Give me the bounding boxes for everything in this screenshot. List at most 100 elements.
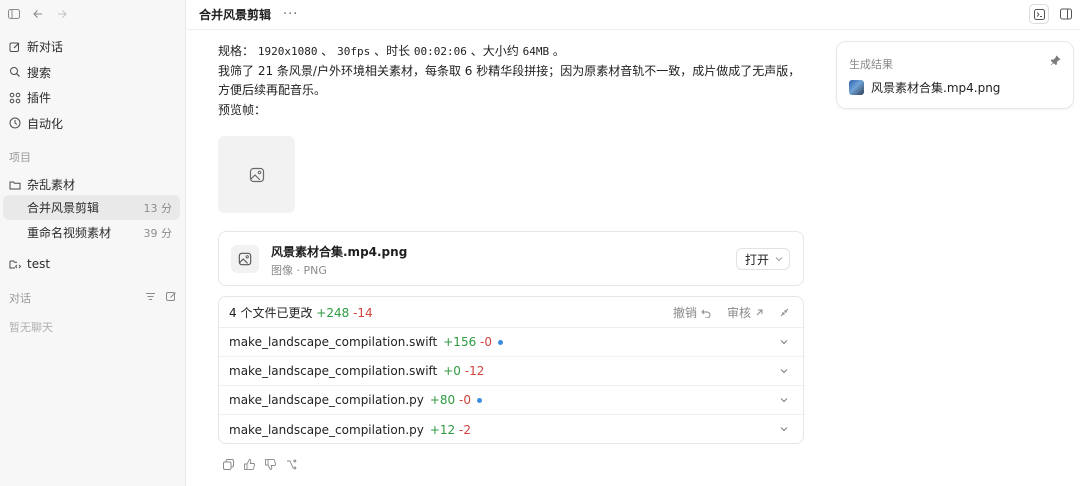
sidebar: 新对话 搜索 插件 自动化 项目 杂乱素材 合并风景剪辑 13 分 重命名视频素… [0, 0, 186, 486]
changes-summary: 4 个文件已更改 +248 -14 [229, 304, 373, 321]
thread-item-rename-videos[interactable]: 重命名视频素材 39 分 [3, 220, 180, 245]
unsaved-dot [476, 397, 482, 403]
search-icon [9, 66, 21, 78]
terminal-toggle-button[interactable] [1029, 4, 1049, 24]
changed-file-stats: +80 -0 [430, 393, 471, 407]
more-options-button[interactable]: ··· [283, 7, 298, 22]
chats-tools [145, 291, 177, 305]
spec-prefix: 规格： [218, 44, 255, 58]
preview-frame[interactable] [218, 136, 295, 213]
preview-label: 预览帧： [218, 103, 267, 117]
nav-automation-label: 自动化 [27, 116, 64, 131]
project-test-label: test [27, 256, 51, 271]
project-test[interactable]: test [0, 251, 186, 277]
window-controls [6, 6, 70, 22]
changed-file-stats: +12 -2 [430, 423, 471, 437]
project-folder-misc[interactable]: 杂乱素材 [0, 172, 186, 198]
chevron-down-icon[interactable] [779, 336, 789, 350]
nav-automation[interactable]: 自动化 [0, 111, 186, 137]
nav-new-chat[interactable]: 新对话 [0, 34, 186, 60]
changed-file-row[interactable]: make_landscape_compilation.py +80 -0 [219, 386, 803, 415]
file-removed: -0 [480, 335, 493, 349]
changed-file-name: make_landscape_compilation.swift [229, 335, 438, 349]
thread-title: 合并风景剪辑 [27, 201, 100, 215]
collapse-icon [780, 308, 789, 317]
right-panel-toggle-button[interactable] [1056, 4, 1076, 24]
file-added: +0 [443, 364, 461, 378]
spec-end: 。 [552, 44, 565, 58]
external-arrow-icon [756, 309, 763, 316]
file-removed: -2 [459, 422, 471, 437]
top-header: 合并风景剪辑 ··· [187, 0, 1080, 30]
empty-chats-text: 暂无聊天 [9, 321, 53, 334]
review-label: 审核 [726, 306, 751, 320]
nav-search[interactable]: 搜索 [0, 60, 186, 86]
changed-file-row[interactable]: make_landscape_compilation.py +12 -2 [219, 415, 803, 443]
file-added: +80 [429, 393, 456, 407]
copy-icon[interactable] [222, 458, 235, 474]
spec-fps: 30fps [337, 45, 371, 58]
undo-icon [701, 309, 711, 318]
changes-removed: -14 [353, 305, 373, 320]
file-attachment-card[interactable]: 风景素材合集.mp4.png 图像 · PNG 打开 [218, 231, 804, 286]
review-button[interactable]: 审核 [727, 304, 764, 321]
collapse-button[interactable] [780, 308, 789, 317]
fork-icon[interactable] [285, 458, 298, 474]
feedback-bar [222, 458, 298, 474]
file-type: 图像 · PNG [271, 264, 327, 277]
thumbs-up-icon[interactable] [243, 458, 256, 474]
nav-search-label: 搜索 [27, 65, 52, 80]
result-thumbnail [849, 80, 864, 95]
spec-sep: 、 [321, 44, 334, 58]
page-title: 合并风景剪辑 [199, 8, 272, 22]
spec-size-label: 、大小约 [470, 44, 519, 58]
back-arrow-icon[interactable] [30, 6, 46, 22]
spec-resolution: 1920x1080 [257, 45, 318, 58]
spec-duration-label: 、时长 [374, 44, 411, 58]
projects-section-label: 项目 [9, 151, 31, 164]
edit-icon [9, 41, 21, 53]
spec-line: 规格： 1920x1080 、 30fps 、时长 00:02:06 、大小约 … [218, 42, 808, 61]
changed-file-row[interactable]: make_landscape_compilation.swift +156 -0 [219, 328, 803, 357]
clock-icon [9, 117, 21, 129]
changed-files-panel: 4 个文件已更改 +248 -14 撤销 审核 make_landscape_c… [218, 296, 804, 444]
folder-code-icon [9, 258, 21, 270]
forward-arrow-icon[interactable] [54, 6, 70, 22]
chevron-down-icon[interactable] [779, 394, 789, 408]
changed-file-stats: +0 -12 [443, 364, 484, 378]
changed-file-row[interactable]: make_landscape_compilation.swift +0 -12 [219, 357, 803, 386]
unsaved-dot [498, 339, 504, 345]
filter-icon[interactable] [145, 291, 156, 305]
open-file-button[interactable]: 打开 [735, 248, 790, 270]
file-removed: -12 [464, 364, 485, 378]
nav-new-chat-label: 新对话 [27, 40, 64, 55]
project-folder-label: 杂乱素材 [27, 178, 76, 193]
open-label: 打开 [744, 252, 769, 267]
sidebar-toggle-icon[interactable] [6, 6, 22, 22]
changes-header: 4 个文件已更改 +248 -14 撤销 审核 [219, 297, 803, 328]
thumbs-down-icon[interactable] [264, 458, 277, 474]
sidebar-nav: 新对话 搜索 插件 自动化 [0, 34, 186, 136]
pin-icon[interactable] [1050, 55, 1061, 69]
main-panel: 合并风景剪辑 ··· 规格： 1920x1080 、 30fps 、时长 00:… [187, 0, 1080, 486]
file-removed: -0 [459, 393, 471, 407]
folder-icon [9, 179, 21, 191]
chevron-down-icon[interactable] [779, 423, 789, 437]
changed-file-name: make_landscape_compilation.py [229, 422, 424, 437]
changes-count: 4 个文件已更改 [229, 305, 313, 320]
generated-results-panel: 生成结果 风景素材合集.mp4.png [836, 41, 1074, 109]
image-icon [249, 167, 264, 182]
changed-file-stats: +156 -0 [443, 335, 492, 349]
new-chat-small-icon[interactable] [166, 291, 177, 305]
undo-button[interactable]: 撤销 [673, 304, 711, 321]
chevron-down-icon [775, 257, 783, 262]
thread-time: 39 分 [143, 226, 173, 240]
nav-plugins[interactable]: 插件 [0, 85, 186, 111]
thread-item-merge-landscape[interactable]: 合并风景剪辑 13 分 [3, 195, 180, 220]
changes-actions: 撤销 审核 [673, 297, 789, 328]
image-file-icon [231, 245, 259, 273]
file-added: +156 [443, 335, 477, 349]
chats-section-label: 对话 [9, 292, 31, 305]
chevron-down-icon[interactable] [779, 365, 789, 379]
result-file-item[interactable]: 风景素材合集.mp4.png [849, 79, 1000, 96]
